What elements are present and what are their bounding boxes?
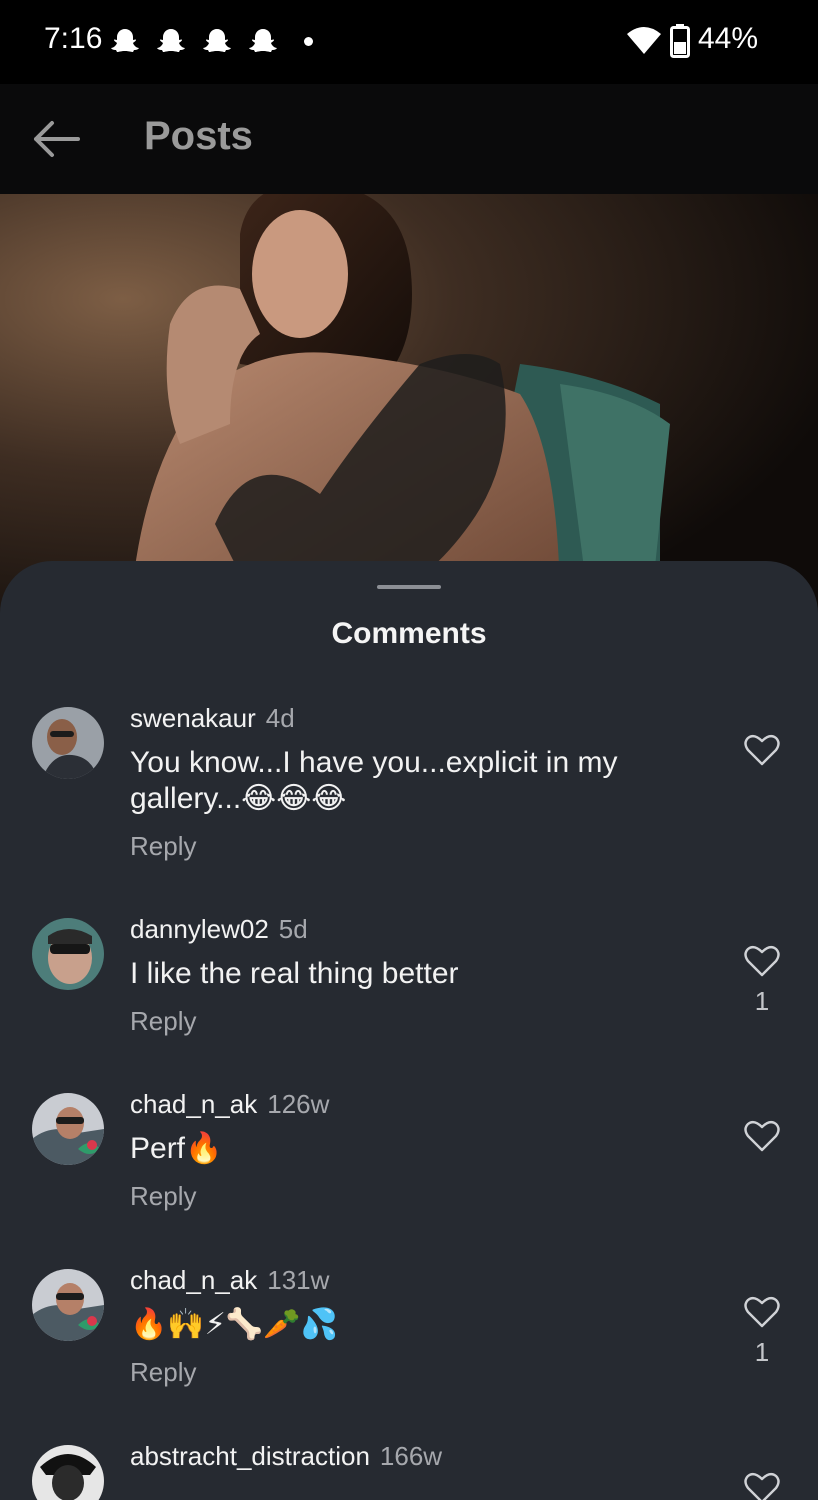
status-bar: 7:16 44% [0,0,818,84]
reply-button[interactable]: Reply [130,831,196,862]
comment-text: You know...I have you...explicit in my g… [130,746,618,815]
drag-handle[interactable] [377,585,441,589]
heart-icon[interactable] [744,1295,780,1329]
more-notifications-dot [304,37,313,46]
comment-username[interactable]: swenakaur [130,703,256,733]
reply-button[interactable]: Reply [130,1181,196,1212]
avatar[interactable] [32,1269,104,1341]
comment-username[interactable]: dannylew02 [130,914,269,944]
wifi-icon [627,27,661,54]
status-time: 7:16 [44,22,103,55]
avatar[interactable] [32,1445,104,1500]
avatar[interactable] [32,707,104,779]
comment-time: 126w [267,1089,330,1119]
snapchat-icon [111,29,139,52]
snapchat-icon [157,29,185,52]
battery-percentage: 44% [698,22,759,55]
heart-icon[interactable] [744,1471,780,1500]
post-photo [0,194,818,614]
snapchat-icon [249,29,277,52]
reply-button[interactable]: Reply [130,1006,196,1037]
heart-icon[interactable] [744,1119,780,1153]
like-count: 1 [754,1337,770,1367]
comment-header: chad_n_ak 126w [130,1089,329,1120]
battery-icon [670,24,690,58]
post-image[interactable] [0,194,818,614]
comment-username[interactable]: chad_n_ak [130,1265,257,1295]
app-bar: Posts [0,84,818,194]
comment-time: 4d [265,703,295,733]
page-title: Posts [144,114,253,158]
comment-username[interactable]: abstracht_distraction [130,1441,370,1471]
back-arrow-icon[interactable] [28,114,84,164]
like-count: 1 [754,986,770,1016]
comment-time: 5d [278,914,308,944]
comment-header: dannylew02 5d [130,914,308,945]
avatar[interactable] [32,918,104,990]
comment-time: 166w [379,1441,443,1471]
comment-text: 🔥🙌⚡🦴🥕💦 [130,1308,338,1341]
comment-header: chad_n_ak 131w [130,1265,329,1296]
snapchat-icon [203,29,231,52]
comment-username[interactable]: chad_n_ak [130,1089,257,1119]
comment-text: I like the real thing better [130,957,459,990]
comment-header: swenakaur 4d [130,703,295,734]
heart-icon[interactable] [744,944,780,978]
comment-time: 131w [267,1265,330,1295]
comment-text: Perf🔥 [130,1132,223,1165]
avatar[interactable] [32,1093,104,1165]
heart-icon[interactable] [744,733,780,767]
comment-header: abstracht_distraction 166w [130,1441,442,1472]
reply-button[interactable]: Reply [130,1357,196,1388]
comments-sheet: Comments swenakaur 4d You know...I have y… [0,561,818,1500]
sheet-title: Comments [331,617,487,650]
